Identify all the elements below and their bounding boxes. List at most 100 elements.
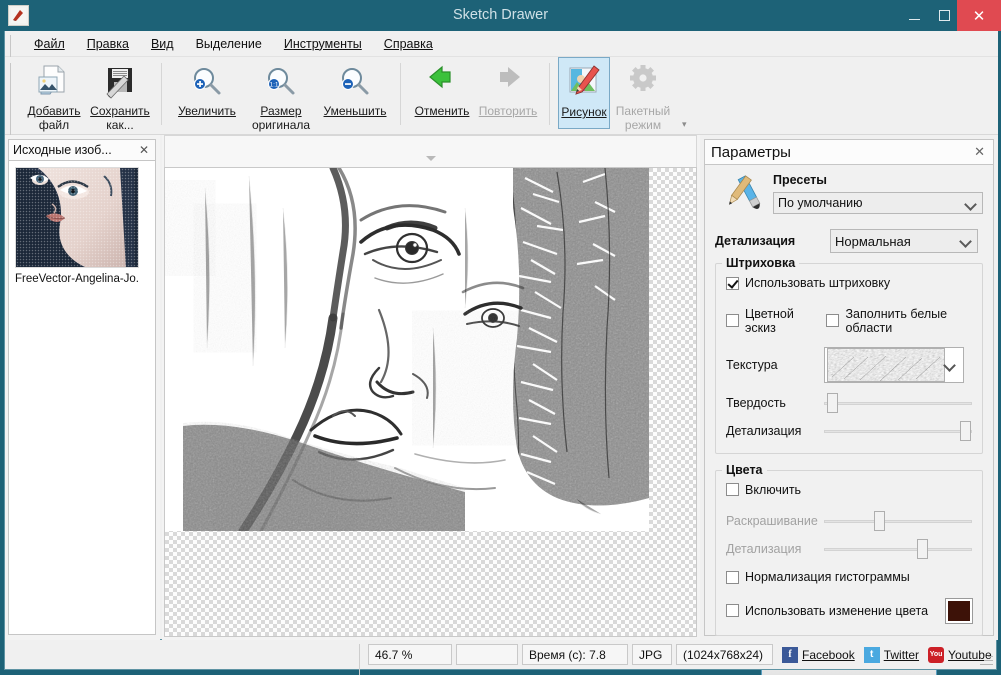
parameters-panel-title: Параметры xyxy=(705,144,974,161)
title-bar: Sketch Drawer ✕ xyxy=(0,0,1001,31)
toolbar-original-size-label: Размероригинала xyxy=(252,104,310,132)
close-icon: ✕ xyxy=(973,7,986,25)
source-images-list[interactable]: FreeVector-Angelina-Jo... xyxy=(8,161,156,635)
slider-track xyxy=(824,402,972,405)
fill-white-areas-checkbox[interactable]: Заполнить белые области xyxy=(826,307,972,335)
menu-item-edit[interactable]: Правка xyxy=(76,34,140,54)
undo-arrow-icon xyxy=(422,61,462,103)
presets-label: Пресеты xyxy=(773,173,983,187)
parameters-panel-close-icon[interactable]: ✕ xyxy=(974,144,993,160)
menu-drag-grip[interactable] xyxy=(10,35,15,53)
status-dimensions: (1024x768x24) xyxy=(676,644,773,665)
window-title: Sketch Drawer xyxy=(0,0,1001,31)
canvas-area xyxy=(162,135,700,640)
color-swatch-button[interactable] xyxy=(946,599,972,623)
toolbar-button-zoom-out[interactable]: Уменьшить xyxy=(318,57,392,131)
slider-thumb[interactable] xyxy=(917,539,928,559)
checkbox-icon xyxy=(726,314,739,327)
detail-label: Детализация xyxy=(715,234,830,248)
use-hatching-label: Использовать штриховку xyxy=(745,276,890,290)
canvas-top-strip xyxy=(164,135,697,167)
twitter-link-label: Twitter xyxy=(884,648,919,662)
toolbar-drag-grip[interactable] xyxy=(10,63,15,129)
detail-select[interactable]: Нормальная xyxy=(830,229,978,253)
source-images-panel-title: Исходные изоб... xyxy=(9,143,139,157)
list-item[interactable]: FreeVector-Angelina-Jo... xyxy=(15,167,139,286)
menu-tools-label: Инструменты xyxy=(284,37,362,51)
close-button[interactable]: ✕ xyxy=(957,0,1001,31)
parameters-panel-body: Пресеты По умолчанию Детализация Нормаль… xyxy=(704,165,994,636)
use-color-change-label: Использовать изменение цвета xyxy=(745,604,928,618)
checkbox-icon xyxy=(726,277,739,290)
source-images-panel-header: Исходные изоб... ✕ xyxy=(8,139,156,161)
toolbar-button-undo[interactable]: Отменить xyxy=(409,57,475,131)
parameters-panel-header: Параметры ✕ xyxy=(704,139,994,165)
toolbar-separator-1 xyxy=(161,63,162,125)
maximize-button[interactable] xyxy=(929,0,959,31)
menu-help-label: Справка xyxy=(384,37,433,51)
facebook-link[interactable]: f Facebook xyxy=(782,647,855,663)
slider-thumb[interactable] xyxy=(827,393,838,413)
toolbar-save-as-label: Сохранитькак... xyxy=(90,104,150,132)
histogram-normalization-checkbox[interactable]: Нормализация гистограммы xyxy=(726,570,910,584)
resize-grip[interactable] xyxy=(979,652,993,666)
texture-select[interactable] xyxy=(824,347,964,383)
source-image-caption: FreeVector-Angelina-Jo... xyxy=(15,272,139,286)
status-format: JPG xyxy=(632,644,672,665)
toolbar-picture-mode-label: Рисунок xyxy=(561,105,606,119)
hardness-slider[interactable] xyxy=(824,393,972,413)
colors-detail-slider[interactable] xyxy=(824,539,972,559)
color-sketch-checkbox[interactable]: Цветной эскиз xyxy=(726,307,826,335)
open-image-icon xyxy=(34,61,74,103)
facebook-link-label: Facebook xyxy=(802,648,855,662)
colors-detail-label: Детализация xyxy=(726,542,824,556)
toolbar-button-add-file[interactable]: Добавитьфайл xyxy=(21,57,87,132)
toolbar-button-zoom-in[interactable]: Увеличить xyxy=(170,57,244,131)
menu-item-file[interactable]: Файл xyxy=(23,34,76,54)
menu-item-help[interactable]: Справка xyxy=(373,34,444,54)
histogram-normalization-label: Нормализация гистограммы xyxy=(745,570,910,584)
toolbar-button-redo[interactable]: Повторить xyxy=(475,57,541,131)
fill-white-areas-label: Заполнить белые области xyxy=(845,307,972,335)
menu-item-selection[interactable]: Выделение xyxy=(185,34,273,54)
toolbar-button-original-size[interactable]: 1:1 Размероригинала xyxy=(244,57,318,132)
toolbar-zoom-in-label: Увеличить xyxy=(178,104,236,118)
presets-select[interactable]: По умолчанию xyxy=(773,192,983,214)
source-images-panel: Исходные изоб... ✕ xyxy=(5,135,160,640)
use-color-change-checkbox[interactable]: Использовать изменение цвета xyxy=(726,604,946,618)
slider-track xyxy=(824,520,972,523)
colors-enable-label: Включить xyxy=(745,483,801,497)
status-time: Время (с): 7.8 xyxy=(522,644,628,665)
colors-enable-checkbox[interactable]: Включить xyxy=(726,483,801,497)
colorize-slider[interactable] xyxy=(824,511,972,531)
menu-item-tools[interactable]: Инструменты xyxy=(273,34,373,54)
gear-icon xyxy=(623,61,663,103)
colors-group-title: Цвета xyxy=(722,463,767,477)
preview-canvas[interactable] xyxy=(164,167,697,637)
slider-thumb[interactable] xyxy=(960,421,971,441)
twitter-icon: t xyxy=(864,647,880,663)
toolbar-batch-mode-label: Пакетныйрежим xyxy=(616,104,670,132)
slider-track xyxy=(824,548,972,551)
twitter-link[interactable]: t Twitter xyxy=(864,647,919,663)
sketch-preview-image[interactable] xyxy=(165,168,649,531)
status-grip xyxy=(359,644,364,665)
texture-swatch-icon xyxy=(827,348,945,382)
menu-edit-label: Правка xyxy=(87,37,129,51)
slider-thumb[interactable] xyxy=(874,511,885,531)
toolbar-button-batch-mode[interactable]: Пакетныйрежим xyxy=(610,57,676,132)
minimize-button[interactable] xyxy=(899,0,929,31)
toolbar-zoom-out-label: Уменьшить xyxy=(324,104,387,118)
slider-track xyxy=(824,430,972,433)
source-image-thumbnail[interactable] xyxy=(15,167,139,268)
hatching-detail-slider[interactable] xyxy=(824,421,972,441)
hardness-label: Твердость xyxy=(726,396,824,410)
application-window: Sketch Drawer ✕ Файл Правка Вид Выделени… xyxy=(0,0,1001,675)
source-images-panel-close-icon[interactable]: ✕ xyxy=(139,143,155,157)
toolbar-button-picture-mode[interactable]: Рисунок xyxy=(558,57,610,129)
menu-bar: Файл Правка Вид Выделение Инструменты Сп… xyxy=(5,31,998,57)
toolbar-button-save-as[interactable]: Сохранитькак... xyxy=(87,57,153,132)
menu-item-view[interactable]: Вид xyxy=(140,34,185,54)
toolbar-overflow-button[interactable]: ▾ xyxy=(682,119,687,130)
use-hatching-checkbox[interactable]: Использовать штриховку xyxy=(726,276,890,290)
